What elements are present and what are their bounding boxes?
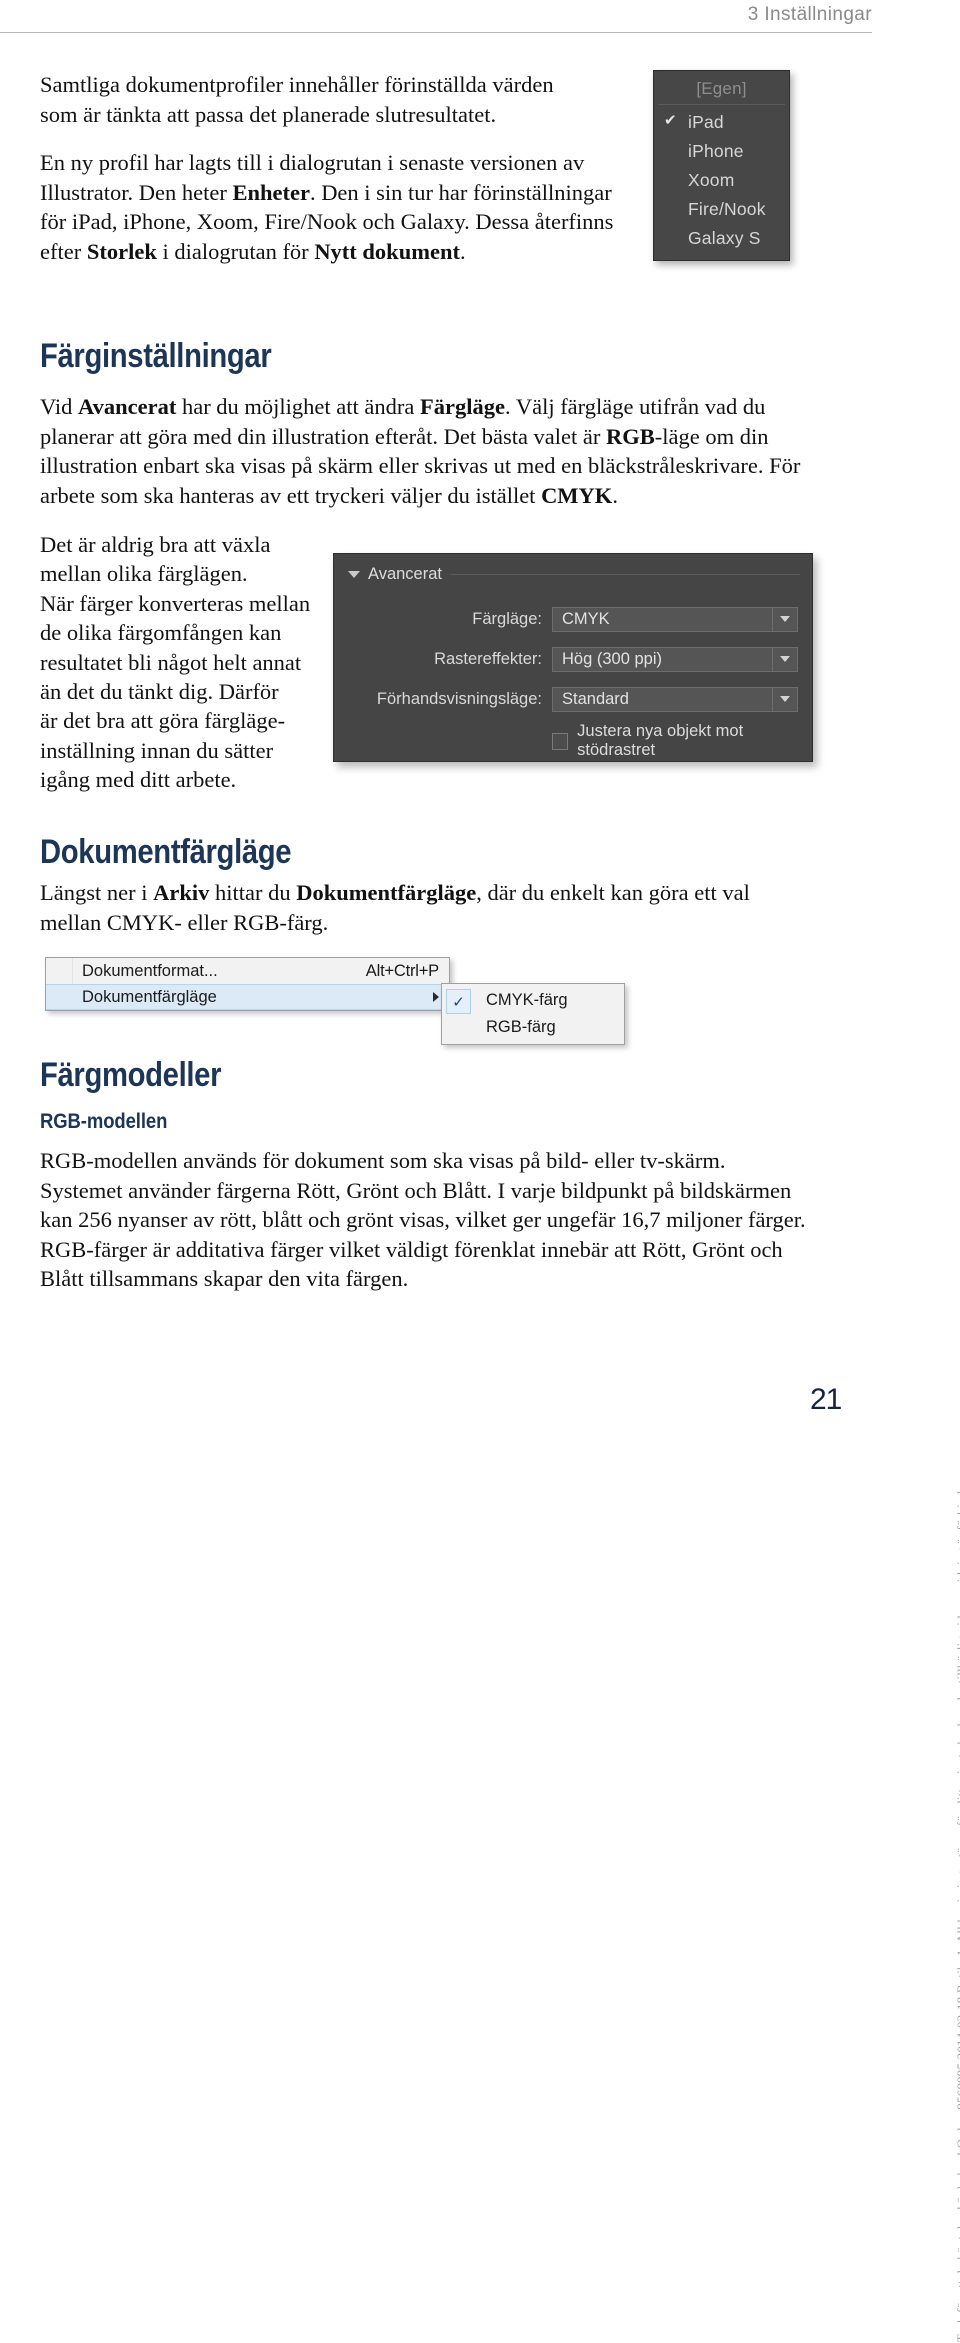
subheading-rgb-modellen: RGB-modellen [40,1110,168,1133]
preset-item-galaxy-s[interactable]: Galaxy S [654,224,789,253]
document-color-mode-submenu: ✓ CMYK-färg RGB-färg [441,983,625,1045]
intro-paragraph-2: En ny profil har lagts till i dialogruta… [40,148,620,266]
intro-p2-text-d: . [459,238,466,264]
intro-p2-text-c: i dialogrutan för [156,238,315,264]
row-fargläge: Färgläge: CMYK [334,606,798,632]
cs-bold-cmyk: CMYK [541,482,613,508]
submenu-item-cmyk[interactable]: ✓ CMYK-färg [442,987,624,1014]
sidenote-line-3: När färger konverteras mellan [40,590,311,616]
cs-bold-rgb: RGB [606,423,655,449]
sidenote-line-2: mellan olika färglägen. [40,561,248,587]
file-menu-fragment: Dokumentformat... Alt+Ctrl+P Dokumentfär… [45,957,450,1011]
cs-text-a: Vid [40,394,79,419]
colormodels-body: RGB-modellen används för dokument som sk… [40,1148,806,1292]
intro-p2-bold-nytt-dokument: Nytt dokument [314,238,460,264]
submenu-arrow-icon [433,992,439,1002]
docmode-body: Längst ner i Arkiv hittar du Dokumentfär… [40,878,810,937]
row-rastereffekter: Rastereffekter: Hög (300 ppi) [334,646,798,672]
select-forhandsvisningslage-value: Standard [562,689,629,708]
heading-fargmodeller: Färgmodeller [40,1056,222,1094]
cs-text-b: har du möjlighet att ändra [176,394,421,419]
align-to-grid-checkbox[interactable] [552,732,569,750]
menu-item-shortcut: Alt+Ctrl+P [365,961,439,980]
select-rastereffekter[interactable]: Hög (300 ppi) [552,646,798,672]
intro-p2-bold-storlek: Storlek [86,238,157,264]
cs-bold-fargläge: Färgläge [420,394,505,419]
row-forhandsvisningslage: Förhandsvisningsläge: Standard [334,686,798,712]
heading-dokumentfargläge: Dokumentfärgläge [40,833,292,871]
submenu-item-rgb[interactable]: RGB-färg [442,1014,624,1041]
advanced-settings-panel: Avancerat Färgläge: CMYK Rastereffekter:… [333,553,813,762]
menu-item-dokumentformat[interactable]: Dokumentformat... Alt+Ctrl+P [46,958,449,984]
select-fargläge[interactable]: CMYK [552,606,798,632]
preset-item-label: iPhone [688,141,744,161]
preset-item-ipad[interactable]: ✔ iPad [654,108,789,137]
label-forhandsvisningslage: Förhandsvisningsläge: [376,689,542,708]
menu-item-label: Dokumentfärgläge [82,987,217,1006]
sidenote-line-1: Det är aldrig bra att växla [40,532,271,557]
sidenote-line-7: är det bra att göra färgläge- [40,708,286,734]
sidenote-paragraph: Det är aldrig bra att växla mellan olika… [40,530,325,795]
chevron-down-icon[interactable] [772,687,797,711]
sidenote-line-8: inställning innan du sätter [40,737,274,763]
submenu-item-label: RGB-färg [486,1018,556,1036]
intro-p1-line2: som är tänkta att passa det planerade sl… [40,101,497,127]
dm-bold-arkiv: Arkiv [153,880,210,905]
select-rastereffekter-value: Hög (300 ppi) [562,649,662,668]
preset-item-fire-nook[interactable]: Fire/Nook [654,195,789,224]
label-rastereffekter: Rastereffekter: [434,649,542,668]
advanced-panel-title-rule [450,573,800,575]
label-fargläge: Färgläge: [472,609,542,628]
select-forhandsvisningslage[interactable]: Standard [552,686,798,712]
sidenote-line-5: resultatet bli något helt annat [40,649,302,675]
preset-item-label: Galaxy S [688,228,761,248]
cs-text-e: . [612,482,618,508]
align-to-grid-label: Justera nya objekt mot stödrastret [577,722,744,759]
check-icon: ✓ [446,989,471,1014]
preset-header-egen: [Egen] [696,79,747,98]
menu-item-dokumentfargläge[interactable]: Dokumentfärgläge [46,984,449,1010]
preset-item-xoom[interactable]: Xoom [654,166,789,195]
intro-paragraph-1: Samtliga dokumentprofiler innehåller för… [40,70,620,129]
colorsettings-body: Vid Avancerat har du möjlighet att ändra… [40,392,805,510]
preset-item-label: Fire/Nook [688,199,766,219]
device-preset-dropdown[interactable]: [Egen] ✔ iPad iPhone Xoom Fire/Nook Gala… [653,70,790,261]
copyright-watermark: Tack för att du köpt den här boken! Orde… [954,1475,960,2343]
dm-bold-dokumentfargläge: Dokumentfärgläge [296,880,477,905]
sidenote-line-6: än det du tänkt dig. Därför [40,679,279,705]
cs-bold-avancerat: Avancerat [78,394,177,419]
running-head: 3 Inställningar [747,4,872,25]
chevron-down-icon[interactable] [772,607,797,631]
select-fargläge-value: CMYK [562,609,610,628]
heading-farginstallningar: Färginställningar [40,337,272,375]
advanced-panel-header[interactable]: Avancerat [348,564,800,584]
preset-item-iphone[interactable]: iPhone [654,137,789,166]
preset-item-label: Xoom [688,170,735,190]
dm-text-a: Längst ner i [40,880,154,905]
intro-p1-line1: Samtliga dokumentprofiler innehåller för… [40,72,554,97]
page-number: 21 [810,1383,842,1416]
chevron-down-icon[interactable] [772,647,797,671]
advanced-panel-title: Avancerat [368,564,442,583]
align-to-grid-checkbox-row[interactable]: Justera nya objekt mot stödrastret [552,722,812,760]
sidenote-line-4: de olika färgomfången kan [40,620,282,646]
check-icon: ✔ [664,112,677,129]
intro-p2-bold-enheter: Enheter [232,179,310,205]
triangle-down-icon[interactable] [348,570,360,578]
submenu-item-label: CMYK-färg [486,991,568,1009]
dm-text-b: hittar du [209,880,297,905]
header-rule [0,32,872,33]
menu-item-label: Dokumentformat... [82,961,218,980]
sidenote-line-9: igång med ditt arbete. [40,767,237,793]
preset-item-label: iPad [688,112,724,132]
preset-separator [658,104,785,105]
